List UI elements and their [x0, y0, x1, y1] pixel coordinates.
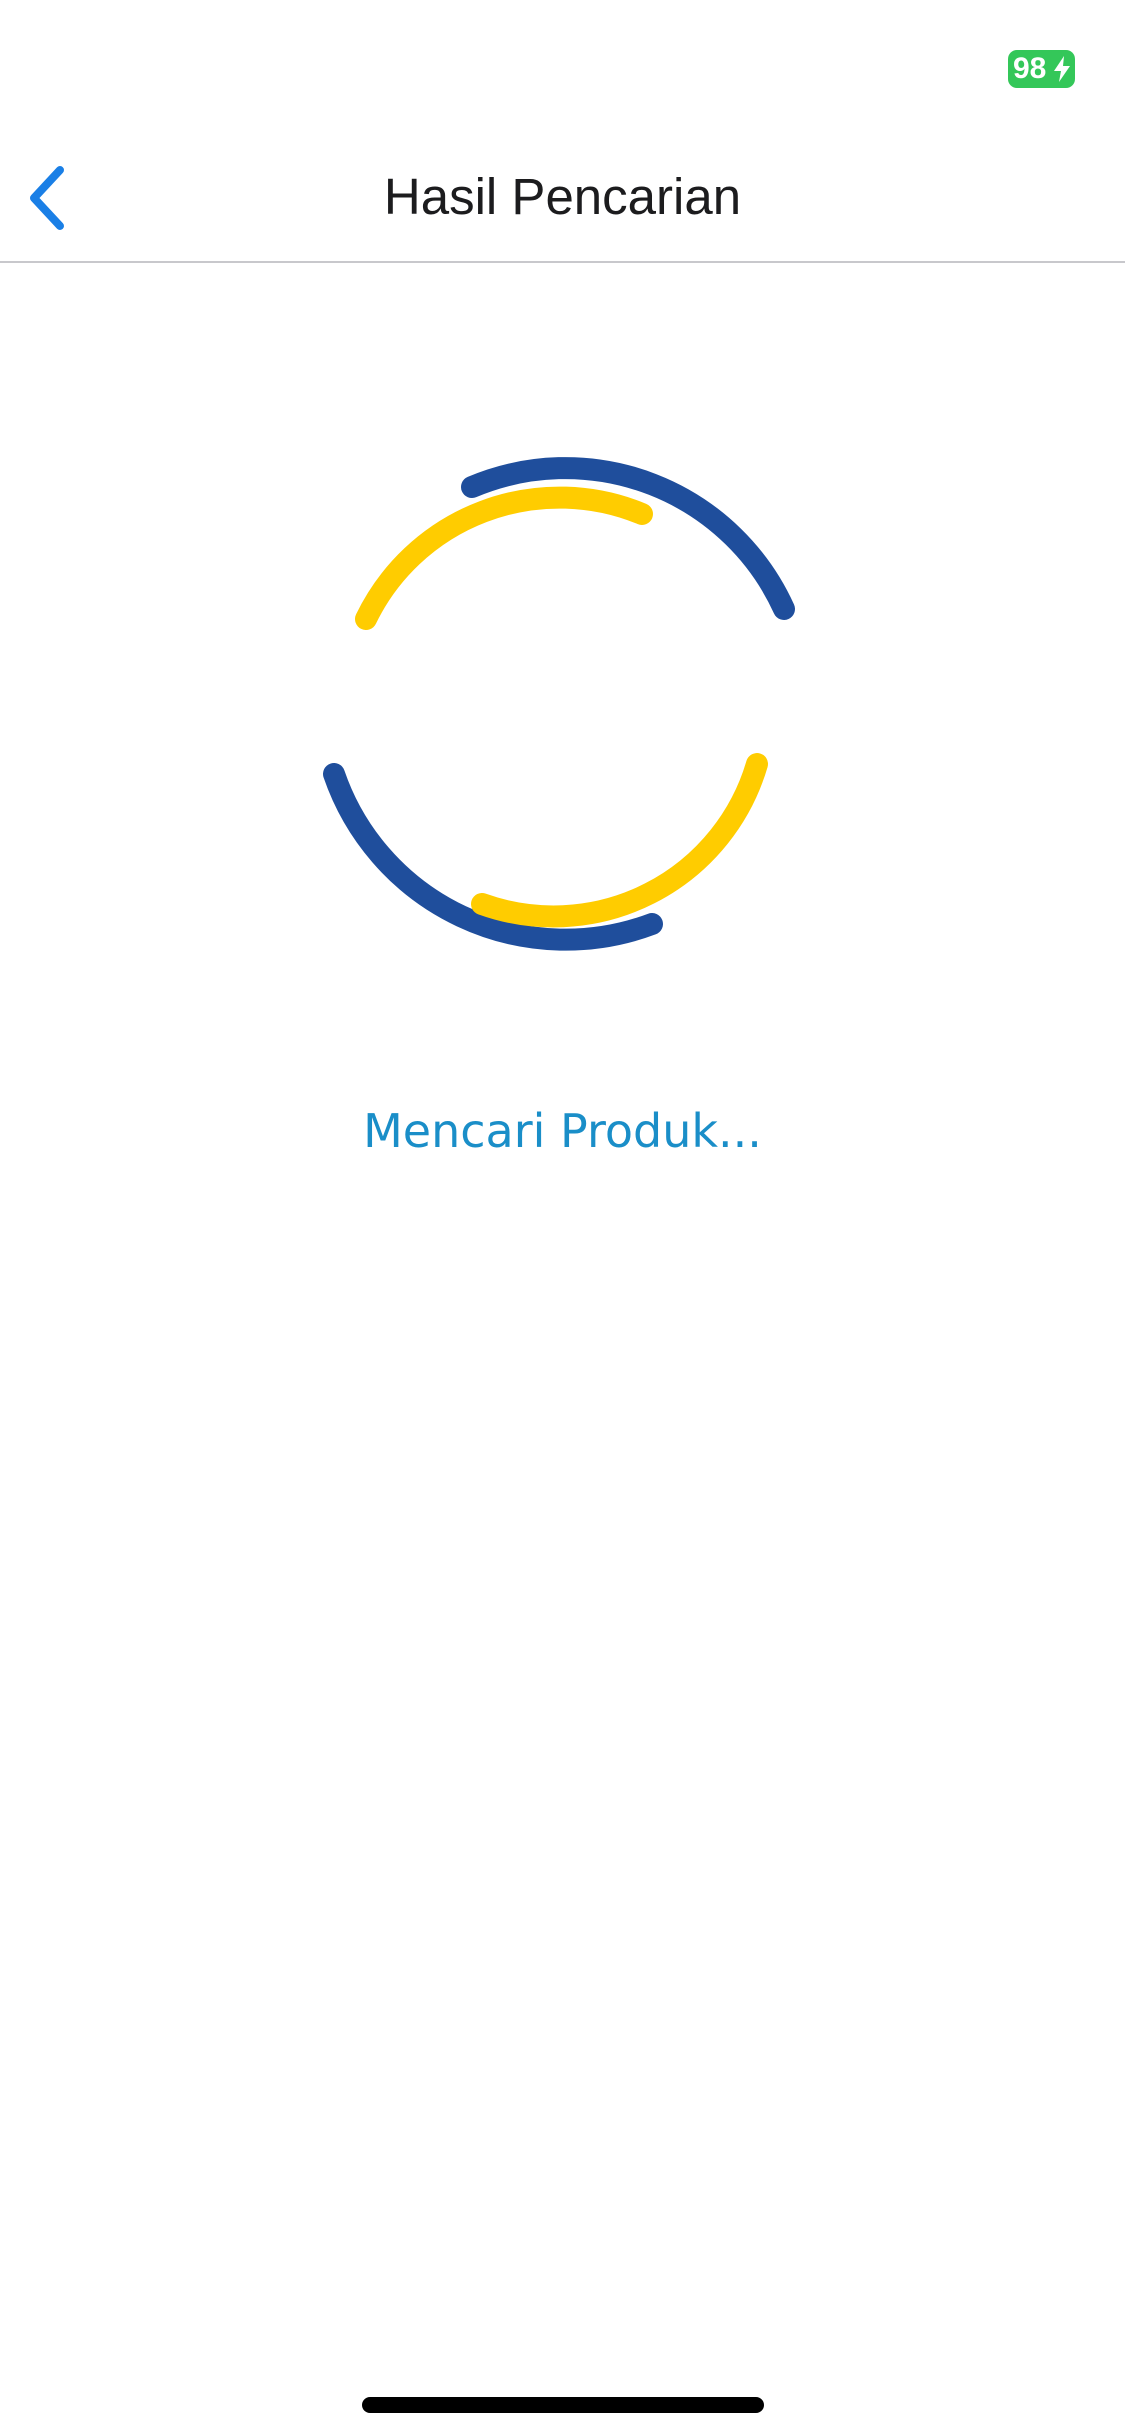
- battery-level: 98: [1013, 52, 1047, 85]
- spinner-arc-blue-top: [461, 457, 795, 620]
- status-bar: 98: [0, 0, 1125, 132]
- home-indicator[interactable]: [362, 2397, 764, 2413]
- loading-message: Mencari Produk...: [363, 1104, 762, 1158]
- battery-indicator: 98: [1008, 50, 1075, 88]
- navigation-bar: Hasil Pencarian: [0, 132, 1125, 263]
- page-title: Hasil Pencarian: [383, 168, 742, 225]
- spinner-arc-yellow-top: [355, 486, 653, 630]
- loading-spinner: [323, 457, 795, 951]
- charging-bolt-icon: [1054, 56, 1070, 82]
- spinner-arc-yellow-bottom: [471, 753, 768, 928]
